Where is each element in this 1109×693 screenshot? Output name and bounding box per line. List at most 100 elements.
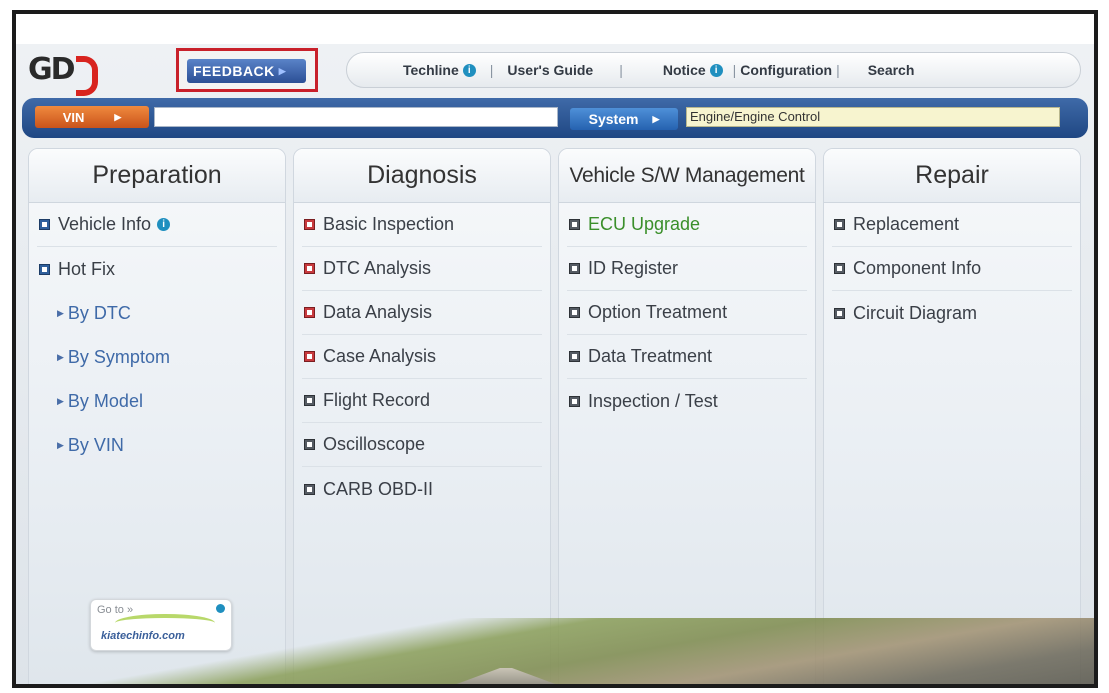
top-nav: Techline i | User's Guide | Notice i | C… bbox=[346, 52, 1081, 88]
vin-label: VIN bbox=[62, 109, 85, 125]
vin-input[interactable] bbox=[154, 107, 558, 127]
menu-item-label: Option Treatment bbox=[588, 302, 728, 322]
menu-item-id-register[interactable]: ID Register bbox=[567, 247, 807, 291]
feedback-highlight: FEEDBACK ▶ bbox=[176, 48, 318, 92]
nav-separator: | bbox=[619, 62, 623, 78]
menu-item-vehicle-info[interactable]: Vehicle Info i bbox=[37, 203, 277, 247]
nav-separator: | bbox=[732, 62, 737, 78]
menu-item-option-treatment[interactable]: Option Treatment bbox=[567, 291, 807, 335]
bullet-square-icon bbox=[569, 219, 580, 230]
bullet-square-icon bbox=[39, 219, 50, 230]
menu-item-flight-record[interactable]: Flight Record bbox=[302, 379, 542, 423]
menu-item-label: Circuit Diagram bbox=[853, 302, 978, 323]
nav-users-guide[interactable]: User's Guide bbox=[507, 62, 593, 78]
nav-notice[interactable]: Notice i bbox=[663, 62, 723, 78]
nav-search-label: Search bbox=[867, 62, 915, 78]
submenu-by-dtc[interactable]: ▶ By DTC bbox=[37, 291, 277, 335]
menu-item-label: Data Analysis bbox=[323, 302, 433, 322]
repair-column: Repair Replacement Component Info Circui… bbox=[823, 148, 1081, 684]
submenu-label: By DTC bbox=[67, 302, 131, 323]
arrow-right-icon: ▶ bbox=[278, 65, 287, 76]
submenu-label: By Model bbox=[67, 390, 143, 411]
info-icon: i bbox=[462, 63, 476, 77]
bullet-square-icon bbox=[569, 351, 580, 362]
nav-techline-label: Techline bbox=[403, 62, 459, 78]
nav-techline[interactable]: Techline i bbox=[403, 62, 476, 78]
bullet-square-icon bbox=[834, 307, 845, 319]
menu-item-case-analysis[interactable]: Case Analysis bbox=[302, 335, 542, 379]
menu-item-label: Case Analysis bbox=[323, 346, 437, 366]
menu-item-data-analysis[interactable]: Data Analysis bbox=[302, 291, 542, 335]
menu-item-ecu-upgrade[interactable]: ECU Upgrade bbox=[567, 203, 807, 247]
gds-app: GD FEEDBACK ▶ Techline i | User's Guide … bbox=[16, 44, 1094, 684]
submenu-label: By Symptom bbox=[67, 346, 170, 367]
bullet-square-icon bbox=[569, 395, 580, 407]
system-label: System bbox=[588, 111, 639, 127]
nav-configuration[interactable]: Configuration bbox=[740, 62, 832, 78]
nav-configuration-label: Configuration bbox=[740, 62, 833, 78]
header: GD FEEDBACK ▶ Techline i | User's Guide … bbox=[16, 44, 1094, 98]
bullet-square-icon bbox=[304, 439, 315, 450]
management-title: Vehicle S/W Management bbox=[559, 149, 815, 203]
bullet-square-icon bbox=[569, 307, 580, 318]
arrow-right-icon: ▶ bbox=[652, 113, 660, 124]
bullet-square-icon bbox=[569, 263, 580, 274]
feedback-button[interactable]: FEEDBACK ▶ bbox=[187, 59, 306, 83]
triangle-right-icon: ▶ bbox=[57, 351, 64, 362]
menu-item-data-treatment[interactable]: Data Treatment bbox=[567, 335, 807, 379]
submenu-by-vin[interactable]: ▶ By VIN bbox=[37, 423, 277, 467]
menu-item-basic-inspection[interactable]: Basic Inspection bbox=[302, 203, 542, 247]
menu-item-label: DTC Analysis bbox=[323, 258, 432, 278]
vin-system-bar: VIN ▶ System ▶ Engine/Engine Control bbox=[22, 98, 1088, 138]
preparation-title: Preparation bbox=[29, 149, 285, 203]
nav-notice-label: Notice bbox=[662, 62, 706, 78]
nav-separator: | bbox=[836, 62, 840, 78]
system-button[interactable]: System ▶ bbox=[570, 108, 678, 130]
menu-item-dtc-analysis[interactable]: DTC Analysis bbox=[302, 247, 542, 291]
menu-item-label: Inspection / Test bbox=[588, 390, 718, 411]
menu-item-label: Oscilloscope bbox=[323, 434, 426, 454]
menu-item-hot-fix[interactable]: Hot Fix bbox=[37, 247, 277, 291]
menu-item-label: ID Register bbox=[588, 258, 679, 278]
menu-item-label: Flight Record bbox=[323, 390, 431, 410]
submenu-by-symptom[interactable]: ▶ By Symptom bbox=[37, 335, 277, 379]
menu-item-circuit-diagram[interactable]: Circuit Diagram bbox=[832, 291, 1072, 335]
feedback-label: FEEDBACK bbox=[193, 63, 275, 79]
menu-item-oscilloscope[interactable]: Oscilloscope bbox=[302, 423, 542, 467]
bullet-square-icon bbox=[304, 351, 315, 362]
info-icon bbox=[216, 604, 225, 613]
bullet-square-icon bbox=[304, 307, 315, 318]
nav-users-guide-label: User's Guide bbox=[507, 62, 594, 78]
menu-item-label: Data Treatment bbox=[588, 346, 713, 366]
gds-logo: GD bbox=[28, 52, 98, 96]
submenu-label: By VIN bbox=[67, 434, 124, 455]
triangle-right-icon: ▶ bbox=[57, 395, 64, 406]
goto-label: Go to » bbox=[97, 604, 134, 616]
menu-item-label: Replacement bbox=[853, 214, 960, 234]
kiatechinfo-link[interactable]: Go to » kiatechinfo.com bbox=[90, 599, 232, 651]
arrow-right-icon: ▶ bbox=[114, 111, 122, 122]
menu-item-replacement[interactable]: Replacement bbox=[832, 203, 1072, 247]
menu-item-label: Basic Inspection bbox=[323, 214, 455, 234]
menu-item-label: ECU Upgrade bbox=[588, 214, 701, 234]
logo-mark-icon bbox=[75, 55, 98, 96]
menu-item-carb-obd[interactable]: CARB OBD-II bbox=[302, 467, 542, 511]
management-column: Vehicle S/W Management ECU Upgrade ID Re… bbox=[558, 148, 816, 684]
nav-search[interactable]: Search bbox=[868, 62, 915, 78]
info-icon: i bbox=[157, 218, 171, 231]
diagnosis-column: Diagnosis Basic Inspection DTC Analysis … bbox=[293, 148, 551, 684]
menu-item-component-info[interactable]: Component Info bbox=[832, 247, 1072, 291]
menu-item-label: Vehicle Info bbox=[58, 214, 152, 234]
menu-item-label: CARB OBD-II bbox=[323, 478, 434, 499]
triangle-right-icon: ▶ bbox=[57, 439, 64, 450]
nav-separator: | bbox=[489, 62, 494, 78]
bullet-square-icon bbox=[39, 263, 50, 275]
bullet-square-icon bbox=[304, 263, 315, 274]
vin-button[interactable]: VIN ▶ bbox=[35, 106, 149, 128]
submenu-by-model[interactable]: ▶ By Model bbox=[37, 379, 277, 423]
menu-item-inspection-test[interactable]: Inspection / Test bbox=[567, 379, 807, 423]
bullet-square-icon bbox=[834, 219, 845, 230]
kiatechinfo-url: kiatechinfo.com bbox=[101, 630, 185, 642]
logo-text: GD bbox=[28, 52, 76, 87]
bullet-square-icon bbox=[304, 395, 315, 406]
